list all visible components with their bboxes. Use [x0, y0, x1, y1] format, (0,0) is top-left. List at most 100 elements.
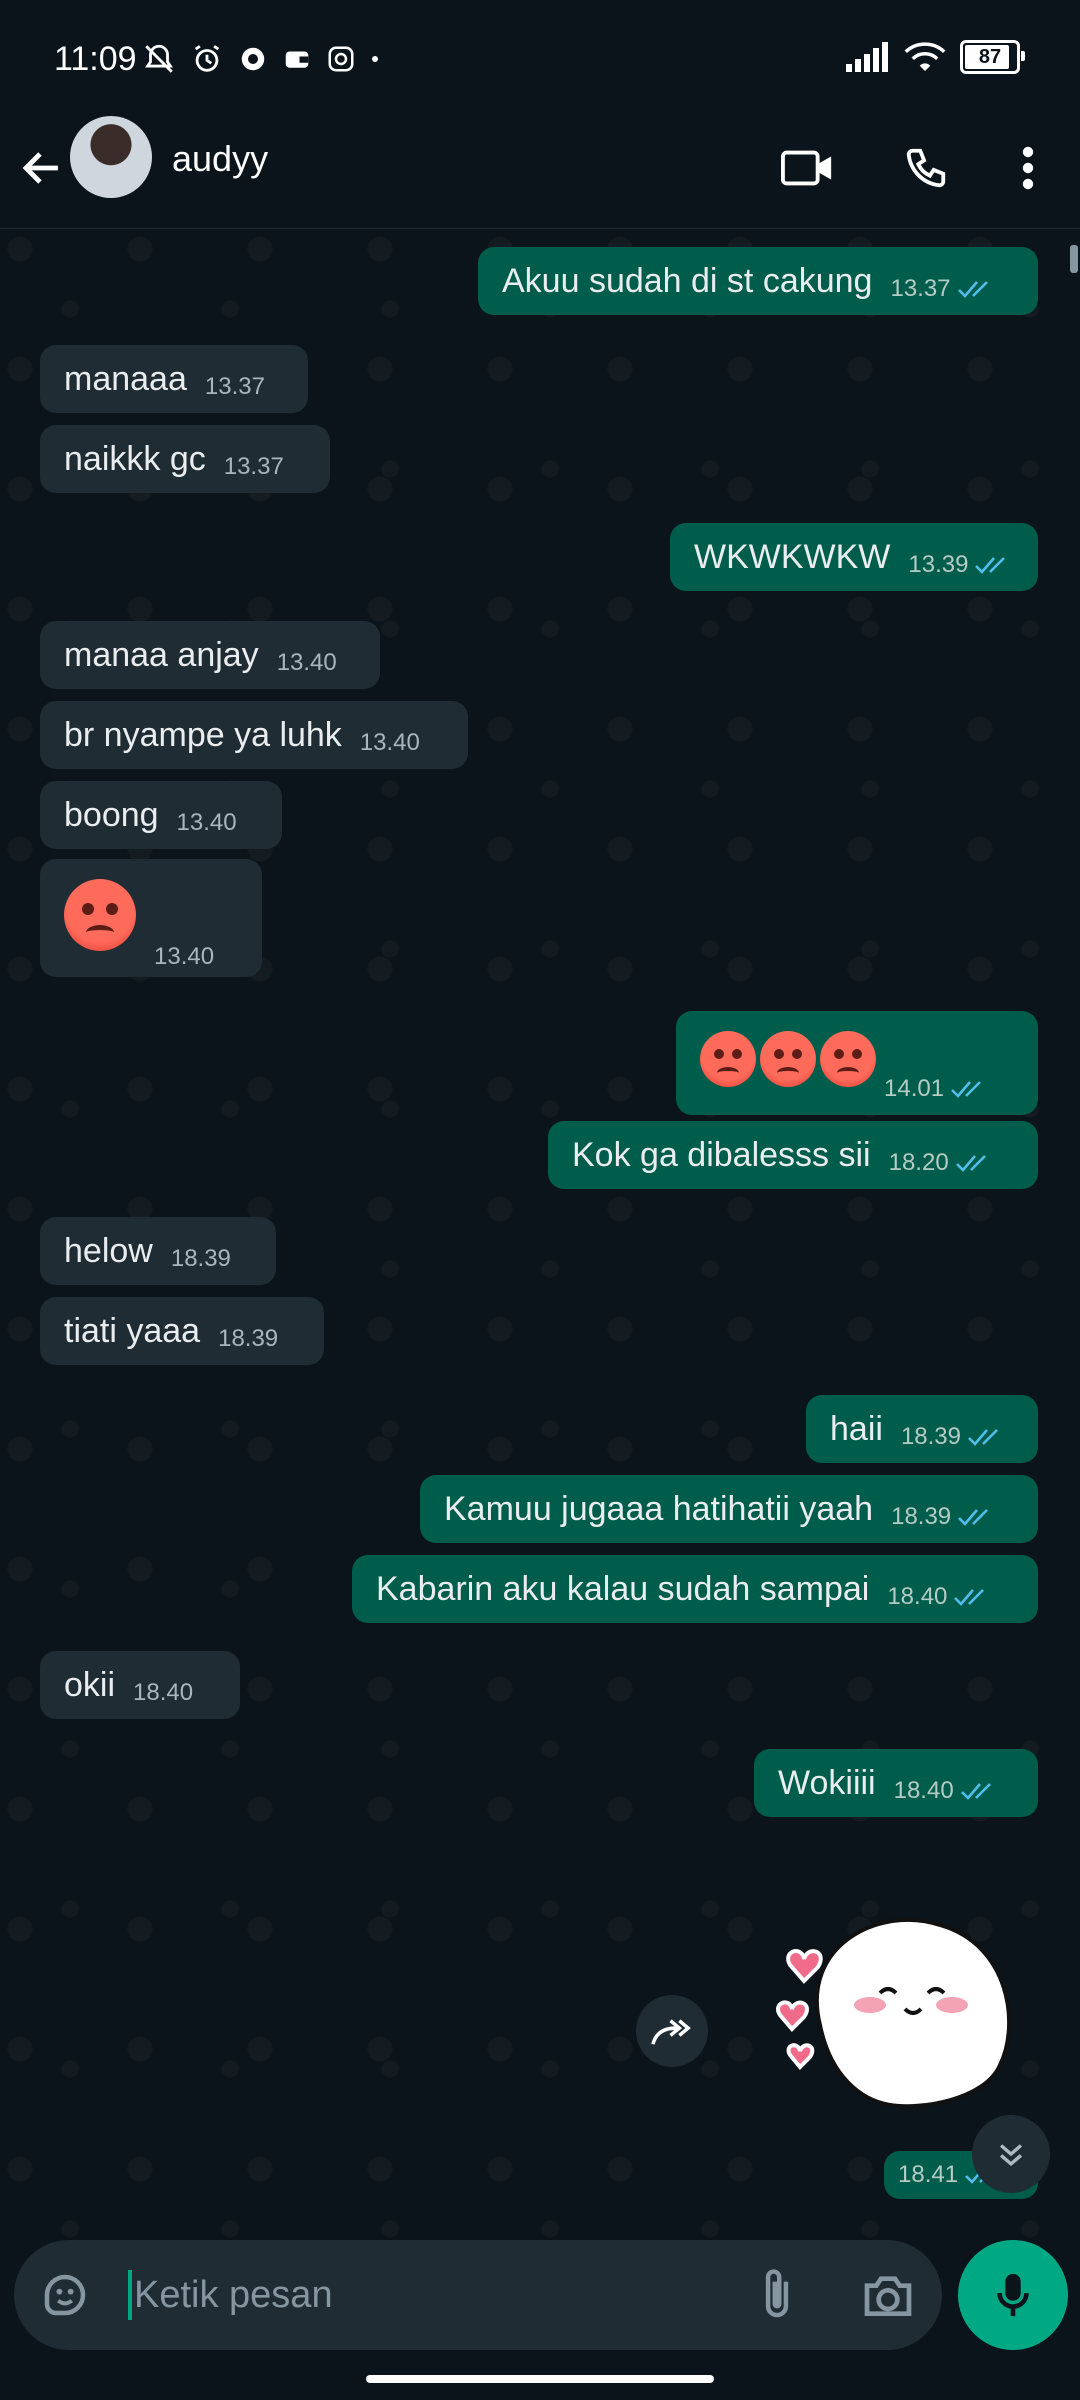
battery-level: 87	[978, 45, 1002, 68]
message-meta: 13.37	[205, 373, 265, 401]
video-call-icon[interactable]	[780, 140, 836, 196]
message-incoming[interactable]: okii 18.40	[40, 1651, 240, 1719]
message-text: Kok ga dibalesss sii	[572, 1135, 871, 1174]
microphone-icon	[997, 2273, 1029, 2317]
message-placeholder: Ketik pesan	[134, 2274, 333, 2316]
read-ticks-icon	[960, 1783, 991, 1800]
message-outgoing[interactable]: Akuu sudah di st cakung 13.37	[478, 247, 1038, 315]
message-time: 13.37	[890, 275, 951, 302]
message-text: WKWKWKW	[694, 537, 891, 576]
attach-icon[interactable]	[752, 2266, 802, 2324]
angry-face-emoji	[700, 1031, 756, 1087]
read-ticks-icon	[954, 1589, 985, 1606]
message-time: 13.40	[176, 809, 237, 836]
message-time: 18.40	[893, 1777, 954, 1804]
message-time: 18.39	[900, 1423, 961, 1450]
message-meta: 13.40	[277, 649, 337, 677]
voice-message-button[interactable]	[958, 2240, 1068, 2350]
status-time: 11:09	[54, 40, 137, 78]
message-incoming[interactable]: tiati yaaa 18.39	[40, 1297, 324, 1365]
message-meta: 13.40	[177, 809, 237, 837]
message-incoming[interactable]: manaaa 13.37	[40, 345, 308, 413]
avatar[interactable]	[70, 116, 152, 198]
message-text: naikkk gc	[64, 439, 206, 478]
angry-face-emoji	[64, 879, 136, 951]
message-text: boong	[64, 795, 159, 834]
status-right: 87	[846, 40, 1025, 74]
message-text: manaa anjay	[64, 635, 259, 674]
message-outgoing[interactable]: WKWKWKW 13.39	[670, 523, 1038, 591]
message-meta: 18.40	[133, 1679, 193, 1707]
read-ticks-icon	[955, 1155, 986, 1172]
message-time: 18.39	[891, 1503, 952, 1530]
angry-face-emoji	[820, 1031, 876, 1087]
message-incoming[interactable]: manaa anjay 13.40	[40, 621, 380, 689]
contact-name[interactable]: audyy	[172, 138, 268, 180]
forward-button[interactable]	[636, 1995, 708, 2067]
wifi-icon	[904, 42, 946, 71]
message-text: tiati yaaa	[64, 1311, 201, 1350]
message-text: Akuu sudah di st cakung	[502, 261, 873, 300]
wallet-icon	[285, 51, 309, 68]
message-meta: 14.01	[884, 1075, 990, 1103]
message-outgoing[interactable]: haii 18.39	[806, 1395, 1038, 1463]
message-time: 18.20	[888, 1149, 949, 1176]
camera-icon[interactable]	[860, 2268, 916, 2322]
text-cursor	[128, 2270, 132, 2320]
message-outgoing[interactable]: Kok ga dibalesss sii 18.20	[548, 1121, 1038, 1189]
gesture-nav-bar[interactable]	[366, 2375, 714, 2383]
message-input[interactable]: Ketik pesan	[14, 2240, 942, 2350]
message-incoming[interactable]: helow 18.39	[40, 1217, 276, 1285]
read-ticks-icon	[951, 1081, 981, 1098]
message-outgoing[interactable]: Wokiiii 18.40	[754, 1749, 1038, 1817]
message-meta: 18.39	[171, 1245, 231, 1273]
status-bar: 11:09 87	[0, 0, 1080, 118]
message-time: 13.40	[276, 649, 337, 676]
emoji-group	[700, 1031, 876, 1087]
message-text: okii	[64, 1665, 116, 1704]
message-incoming[interactable]: br nyampe ya luhk 13.40	[40, 701, 468, 769]
message-meta: 18.40	[894, 1777, 1000, 1805]
back-arrow-icon[interactable]	[18, 144, 66, 192]
message-time: 18.39	[218, 1325, 279, 1352]
message-text: helow	[64, 1231, 153, 1270]
message-text: Kamuu jugaaa hatihatii yaah	[444, 1489, 874, 1528]
message-incoming-emoji[interactable]: 13.40	[40, 859, 262, 977]
message-time: 18.41	[898, 2161, 959, 2188]
scrollbar[interactable]	[1070, 245, 1078, 273]
message-time: 14.01	[884, 1075, 945, 1102]
forward-icon	[651, 2019, 691, 2045]
app-icon	[241, 47, 265, 71]
message-incoming[interactable]: naikkk gc 13.37	[40, 425, 330, 493]
message-time: 13.40	[359, 729, 420, 756]
scroll-to-bottom-button[interactable]	[972, 2115, 1050, 2193]
message-meta: 18.39	[218, 1325, 278, 1353]
chat-area[interactable]: Akuu sudah di st cakung 13.37 manaaa 13.…	[0, 229, 1080, 2239]
voice-call-icon[interactable]	[898, 140, 954, 196]
sticker-emoji-icon[interactable]	[38, 2268, 92, 2322]
message-meta: 13.37	[890, 275, 996, 303]
status-icons	[142, 42, 380, 76]
message-meta: 13.40	[154, 943, 214, 971]
read-ticks-icon	[957, 281, 988, 298]
message-incoming[interactable]: boong 13.40	[40, 781, 282, 849]
blushing-sticker[interactable]	[760, 1905, 1020, 2120]
message-outgoing[interactable]: Kamuu jugaaa hatihatii yaah 18.39	[420, 1475, 1038, 1543]
battery-icon: 87	[960, 40, 1025, 74]
read-ticks-icon	[958, 1509, 989, 1526]
message-text: Wokiiii	[778, 1763, 876, 1802]
message-meta: 13.40	[360, 729, 420, 757]
message-time: 13.37	[204, 373, 265, 400]
message-outgoing-emoji[interactable]: 14.01	[676, 1011, 1038, 1115]
angry-face-emoji	[760, 1031, 816, 1087]
message-time: 13.40	[154, 943, 215, 970]
signal-icon	[846, 42, 888, 72]
message-text: Kabarin aku kalau sudah sampai	[376, 1569, 870, 1608]
more-options-icon[interactable]	[1000, 140, 1056, 196]
message-time: 13.37	[223, 453, 284, 480]
message-outgoing[interactable]: Kabarin aku kalau sudah sampai 18.40	[352, 1555, 1038, 1623]
message-meta: 13.37	[224, 453, 284, 481]
read-ticks-icon	[975, 557, 1006, 574]
message-text: haii	[830, 1409, 883, 1448]
message-meta: 18.40	[887, 1583, 993, 1611]
